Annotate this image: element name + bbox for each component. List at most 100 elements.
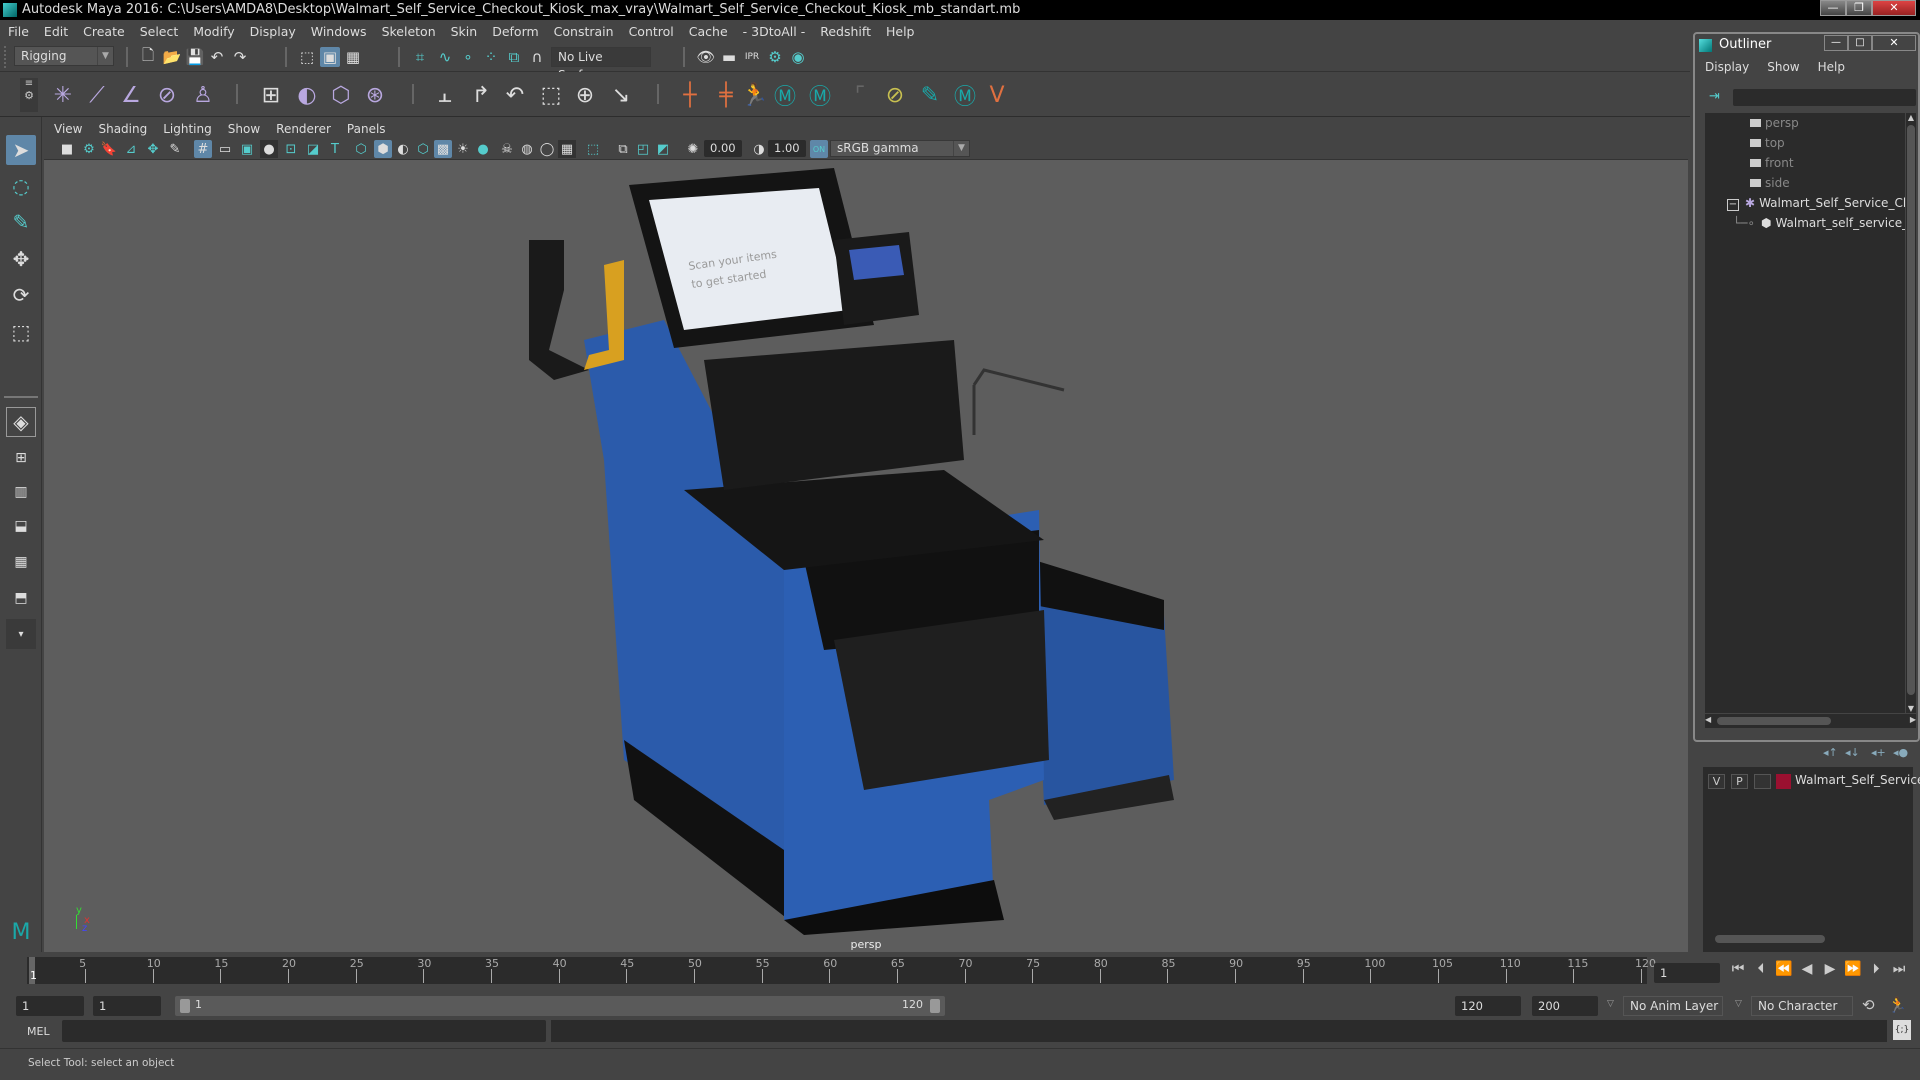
menu-file[interactable]: File	[8, 24, 29, 39]
anti-aliasing-icon[interactable]: ◯	[538, 140, 556, 158]
layer-visibility-toggle[interactable]: V	[1708, 774, 1725, 789]
playback-start-field[interactable]: 1	[93, 996, 161, 1016]
redo-icon[interactable]: ↷	[230, 47, 250, 67]
live-surface-field[interactable]: No Live Surface	[551, 47, 651, 82]
viewport-menu-show[interactable]: Show	[228, 122, 260, 136]
grid-icon[interactable]: #	[194, 140, 212, 158]
menu-cache[interactable]: Cache	[689, 24, 728, 39]
character-set-dropdown[interactable]: No Character Set	[1751, 996, 1853, 1031]
default-material-icon[interactable]: ◐	[394, 140, 412, 158]
gate-mask-icon[interactable]: ●	[260, 140, 278, 158]
outliner-titlebar[interactable]: Outliner — □ ✕	[1695, 34, 1918, 56]
orient-constraint-icon[interactable]: ↶	[500, 80, 530, 110]
current-frame-field[interactable]: 1	[1654, 963, 1720, 983]
collapse-icon[interactable]: −	[1727, 199, 1739, 211]
new-layer-icon[interactable]: ◂+	[1871, 746, 1886, 759]
viewport-menu-lighting[interactable]: Lighting	[163, 122, 212, 136]
wrap-deformer-icon[interactable]: ⬡	[326, 80, 356, 110]
scroll-thumb[interactable]	[1715, 935, 1825, 943]
scroll-thumb[interactable]	[1717, 717, 1831, 725]
viewport-menu-renderer[interactable]: Renderer	[276, 122, 331, 136]
render-settings-icon[interactable]: ⚙	[765, 47, 785, 67]
command-input[interactable]	[62, 1020, 546, 1042]
restore-button[interactable]: ❐	[1846, 0, 1872, 16]
snap-view-plane-icon[interactable]: ⁘	[481, 47, 501, 67]
smooth-shade-icon[interactable]: ⬢	[374, 140, 392, 158]
aim-constraint-icon[interactable]: ⊕	[570, 80, 600, 110]
xray-joints-icon[interactable]: ◰	[634, 140, 652, 158]
animation-preferences-icon[interactable]: 🏃	[1888, 996, 1907, 1014]
blank-shelf-icon[interactable]: ⌜	[845, 80, 875, 110]
screen-space-ao-icon[interactable]: ☠	[498, 140, 516, 158]
viewport-menu-shading[interactable]: Shading	[98, 122, 147, 136]
menu-create[interactable]: Create	[83, 24, 125, 39]
select-component-icon[interactable]: ▦	[343, 47, 363, 67]
menu-display[interactable]: Display	[250, 24, 296, 39]
script-editor-icon[interactable]: {;}	[1893, 1020, 1911, 1040]
ipr-render-icon[interactable]: IPR	[742, 47, 762, 67]
snap-magnet-icon[interactable]: ∩	[527, 47, 547, 67]
humanik-icon[interactable]: ♙	[188, 80, 218, 110]
cluster-icon[interactable]: ┼	[675, 80, 705, 110]
outliner-menu-help[interactable]: Help	[1818, 60, 1845, 74]
step-forward-frame-icon[interactable]: ⏵	[1865, 958, 1887, 980]
parent-constraint-icon[interactable]: ⫠	[430, 80, 460, 110]
select-tool-icon[interactable]: ➤	[6, 135, 36, 165]
outliner-item-front[interactable]: front	[1750, 153, 1794, 173]
persp-graph-layout-icon[interactable]: ⬓	[6, 511, 36, 541]
deformer-set-icon[interactable]: ⊘	[880, 80, 910, 110]
layer-horizontal-scrollbar[interactable]	[1703, 932, 1913, 946]
outliner-menu-display[interactable]: Display	[1705, 60, 1749, 74]
soft-mod-icon[interactable]: ╪	[711, 80, 741, 110]
layer-display-type-toggle[interactable]	[1754, 774, 1771, 789]
outliner-item-persp[interactable]: persp	[1750, 113, 1799, 133]
ik-handle-icon[interactable]: ⟋	[82, 80, 112, 110]
color-management-toggle[interactable]: ON	[810, 140, 828, 158]
camera-attributes-icon[interactable]: ⚙	[80, 140, 98, 158]
single-pane-layout-icon[interactable]: ◈	[6, 407, 36, 437]
play-backwards-icon[interactable]: ◀	[1796, 958, 1818, 980]
paint-weights-icon[interactable]: ◐	[292, 80, 322, 110]
menu-redshift[interactable]: Redshift	[820, 24, 871, 39]
menu-edit[interactable]: Edit	[44, 24, 68, 39]
shadows-icon[interactable]: ●	[474, 140, 492, 158]
new-scene-icon[interactable]: 🗋	[138, 46, 158, 67]
menu-skeleton[interactable]: Skeleton	[382, 24, 436, 39]
hypershade-icon[interactable]: ◉	[788, 47, 808, 67]
scroll-right-icon[interactable]: ▶	[1910, 715, 1916, 724]
menu-3dtoall[interactable]: - 3DtoAll -	[743, 24, 806, 39]
undo-icon[interactable]: ↶	[207, 47, 227, 67]
viewport-menu-panels[interactable]: Panels	[347, 122, 386, 136]
outliner-item-mesh[interactable]: └─∘ ⬢Walmart_self_service_kiosk	[1733, 213, 1905, 233]
wireframe-on-shaded-icon[interactable]: ⬡	[414, 140, 432, 158]
hypershade-persp-layout-icon[interactable]: ▦	[6, 547, 36, 577]
range-start-handle[interactable]	[180, 999, 190, 1013]
minimize-button[interactable]: —	[1820, 0, 1846, 16]
step-back-key-icon[interactable]: ⏪	[1773, 958, 1795, 980]
time-slider[interactable]: 1 5 10 15 20 25 30 35 40 45 50 55 60 65 70 75 80 85 90 95 1…	[27, 957, 1656, 984]
exposure-field[interactable]: 0.00	[704, 140, 742, 157]
persp-graph-outliner-layout-icon[interactable]: ⬒	[6, 583, 36, 613]
mash-icon[interactable]: Ⓜ	[770, 80, 800, 110]
point-constraint-icon[interactable]: ↱	[466, 80, 496, 110]
ik-spline-icon[interactable]: ∠	[116, 80, 146, 110]
auto-key-icon[interactable]: ⟲	[1862, 996, 1875, 1014]
render-current-icon[interactable]: ▬	[719, 47, 739, 67]
select-object-icon[interactable]: ▣	[320, 47, 340, 67]
pole-vector-icon[interactable]: ↘	[606, 80, 636, 110]
skin-cluster-icon[interactable]: ⊛	[360, 80, 390, 110]
image-plane-icon[interactable]: ⊿	[122, 140, 140, 158]
outliner-close-button[interactable]: ✕	[1872, 35, 1916, 51]
view-transform-dropdown[interactable]: sRGB gamma ▼	[830, 140, 970, 157]
animation-end-field[interactable]: 200	[1532, 996, 1598, 1016]
filter-toggle-icon[interactable]: ⇥	[1709, 89, 1720, 104]
move-layer-down-icon[interactable]: ◂↓	[1845, 746, 1860, 759]
menu-control[interactable]: Control	[629, 24, 674, 39]
move-layer-up-icon[interactable]: ◂↑	[1823, 746, 1838, 759]
save-scene-icon[interactable]: 💾	[185, 47, 205, 67]
scroll-down-icon[interactable]: ▼	[1906, 704, 1916, 713]
step-back-frame-icon[interactable]: ⏴	[1750, 958, 1772, 980]
viewport-menu-view[interactable]: View	[54, 122, 82, 136]
menu-windows[interactable]: Windows	[311, 24, 367, 39]
xray-components-icon[interactable]: ◩	[654, 140, 672, 158]
